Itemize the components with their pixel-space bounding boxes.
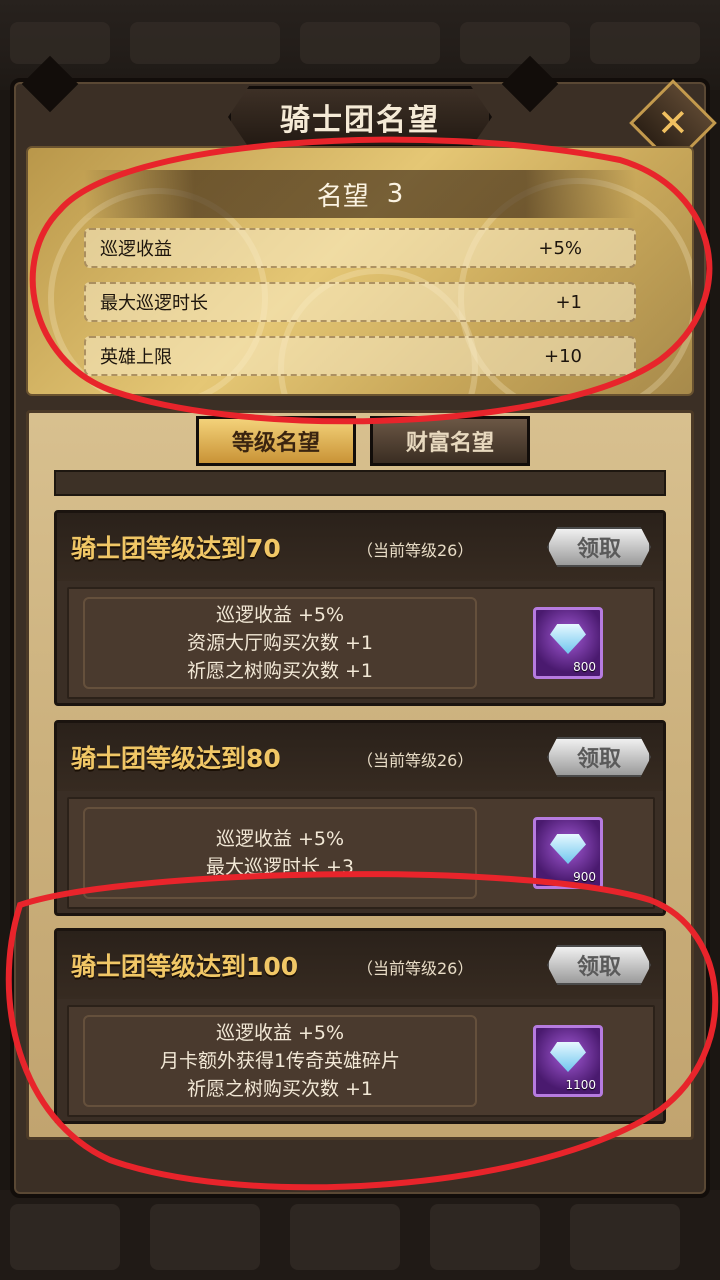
- diamond-icon: [550, 1042, 586, 1072]
- claim-button[interactable]: 领取: [547, 945, 651, 985]
- current-level-text: （当前等级26）: [357, 541, 474, 560]
- background-nav-shape: [150, 1204, 260, 1270]
- stat-label: 巡逻收益: [100, 239, 172, 260]
- reward-card-body: 巡逻收益 +5% 资源大厅购买次数 +1 祈愿之树购买次数 +1 800: [67, 587, 655, 699]
- reward-effects: 巡逻收益 +5% 最大巡逻时长 +3: [83, 799, 477, 907]
- reward-card: 骑士团等级达到80 （当前等级26） 领取 巡逻收益 +5% 最大巡逻时长 +3…: [54, 720, 666, 916]
- background-top-bar: [0, 0, 720, 90]
- reward-effect-line: 巡逻收益 +5%: [215, 828, 345, 850]
- diamond-icon: [550, 834, 586, 864]
- diamond-reward-item[interactable]: 800: [533, 607, 603, 679]
- tab-wealth-reputation[interactable]: 财富名望: [370, 416, 530, 466]
- reward-effect-line: 月卡额外获得1传奇英雄碎片: [159, 1050, 401, 1072]
- reward-title: 骑士团等级达到70: [71, 534, 281, 563]
- reward-effect-line: 最大巡逻时长 +3: [205, 856, 355, 878]
- current-level-text: （当前等级26）: [357, 751, 474, 770]
- reward-list[interactable]: 骑士团等级达到70 （当前等级26） 领取 巡逻收益 +5% 资源大厅购买次数 …: [54, 470, 666, 1126]
- reward-effect-line: 巡逻收益 +5%: [215, 604, 345, 626]
- stat-value: +10: [544, 345, 582, 367]
- reward-card: 骑士团等级达到70 （当前等级26） 领取 巡逻收益 +5% 资源大厅购买次数 …: [54, 510, 666, 706]
- diamond-reward-item[interactable]: 1100: [533, 1025, 603, 1097]
- page-title: 骑士团名望: [280, 103, 440, 138]
- background-nav-shape: [10, 1204, 120, 1270]
- title-plate: 骑士团名望: [228, 86, 492, 148]
- background-resource-shape: [590, 22, 700, 64]
- reward-card-header: 骑士团等级达到100 （当前等级26） 领取: [57, 931, 663, 999]
- diamond-reward-item[interactable]: 900: [533, 817, 603, 889]
- background-resource-shape: [300, 22, 440, 64]
- background-nav-shape: [290, 1204, 400, 1270]
- diamond-icon: [550, 624, 586, 654]
- reward-title: 骑士团等级达到80: [71, 744, 281, 773]
- reward-effect-line: 资源大厅购买次数 +1: [186, 632, 374, 654]
- tab-level-reputation[interactable]: 等级名望: [196, 416, 356, 466]
- diamond-count: 900: [573, 870, 596, 884]
- reward-effect-line: 祈愿之树购买次数 +1: [186, 660, 374, 682]
- reward-card: 骑士团等级达到100 （当前等级26） 领取 巡逻收益 +5% 月卡额外获得1传…: [54, 928, 666, 1124]
- stat-row: 最大巡逻时长 +1: [84, 282, 636, 322]
- background-bottom-bar: [0, 1190, 720, 1280]
- reputation-label: 名望: [316, 181, 369, 212]
- claim-button[interactable]: 领取: [547, 527, 651, 567]
- stat-row: 巡逻收益 +5%: [84, 228, 636, 268]
- stat-value: +1: [555, 291, 582, 313]
- previous-card-edge: [54, 470, 666, 496]
- background-resource-shape: [130, 22, 280, 64]
- background-nav-shape: [570, 1204, 680, 1270]
- reputation-level-header: 名望 3: [84, 170, 636, 218]
- close-icon: ✕: [657, 101, 689, 145]
- background-nav-shape: [430, 1204, 540, 1270]
- reward-card-header: 骑士团等级达到80 （当前等级26） 领取: [57, 723, 663, 791]
- stat-label: 最大巡逻时长: [100, 293, 208, 314]
- background-resource-shape: [460, 22, 570, 64]
- stat-value: +5%: [538, 237, 582, 259]
- diamond-count: 1100: [565, 1078, 596, 1092]
- claim-button[interactable]: 领取: [547, 737, 651, 777]
- stat-label: 英雄上限: [100, 347, 172, 368]
- background-avatar-shape: [10, 22, 110, 64]
- reward-card-body: 巡逻收益 +5% 月卡额外获得1传奇英雄碎片 祈愿之树购买次数 +1 1100: [67, 1005, 655, 1117]
- diamond-count: 800: [573, 660, 596, 674]
- reward-card-body: 巡逻收益 +5% 最大巡逻时长 +3 900: [67, 797, 655, 909]
- reward-card-header: 骑士团等级达到70 （当前等级26） 领取: [57, 513, 663, 581]
- reward-effects: 巡逻收益 +5% 月卡额外获得1传奇英雄碎片 祈愿之树购买次数 +1: [83, 1007, 477, 1115]
- reputation-level: 3: [386, 179, 404, 209]
- reward-title: 骑士团等级达到100: [71, 952, 299, 981]
- reward-effects: 巡逻收益 +5% 资源大厅购买次数 +1 祈愿之树购买次数 +1: [83, 589, 477, 697]
- reward-effect-line: 巡逻收益 +5%: [215, 1022, 345, 1044]
- reward-effect-line: 祈愿之树购买次数 +1: [186, 1078, 374, 1100]
- current-level-text: （当前等级26）: [357, 959, 474, 978]
- stat-row: 英雄上限 +10: [84, 336, 636, 376]
